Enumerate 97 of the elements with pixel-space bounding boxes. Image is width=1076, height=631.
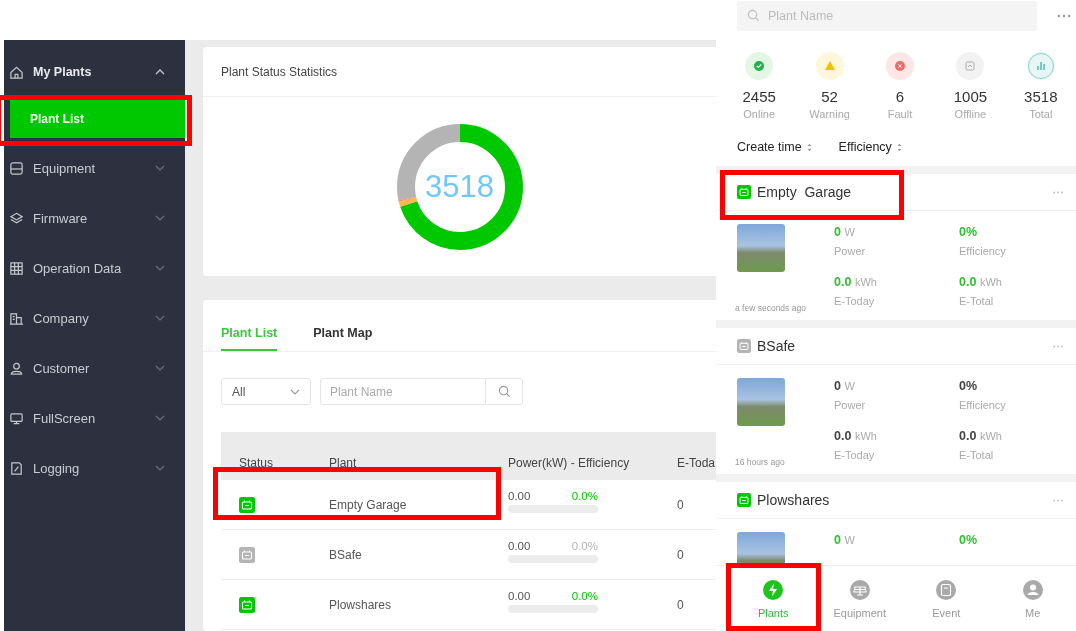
person-icon [1021, 578, 1044, 601]
table-cell-text: 0 [676, 497, 685, 512]
sidebar-item[interactable]: Operation Data [4, 243, 185, 293]
panel-icon [9, 160, 24, 176]
power-value: 0.00 [508, 490, 531, 502]
sidebar-item[interactable]: Company [4, 293, 185, 343]
search-button[interactable] [486, 378, 523, 405]
metric-label: Efficiency [959, 399, 1007, 411]
more-icon [1057, 14, 1071, 18]
metric-value: 0.0 kWh [959, 274, 1003, 290]
metric-label: E-Today [834, 295, 876, 307]
stat-label: Offline [954, 108, 987, 120]
home-icon [9, 64, 24, 80]
plant-name: BSafe [757, 338, 796, 354]
metric-value: 0 W [834, 378, 856, 394]
plant-name: Plowshares [757, 492, 830, 508]
more-icon [1052, 190, 1064, 194]
stat-count: 2455 [742, 88, 776, 105]
tab[interactable]: Plant Map [313, 326, 373, 351]
metric-value: 0% [959, 224, 979, 240]
search-icon [747, 9, 760, 22]
power-value: 0.00 [508, 590, 531, 602]
sidebar-label: Operation Data [33, 260, 123, 276]
building-icon [9, 310, 24, 326]
sidebar-item[interactable]: Equipment [4, 143, 185, 193]
total-count: 3518 [424, 168, 495, 206]
efficiency-value: 0.0% [571, 590, 598, 602]
update-time: a few seconds ago [735, 302, 807, 315]
metric-label: Efficiency [959, 245, 1007, 257]
stat-count: 6 [895, 88, 905, 105]
table-cell-text: 0 [676, 547, 685, 562]
sidebar-item[interactable]: FullScreen [4, 393, 185, 443]
efficiency-value: 0.0% [571, 540, 598, 552]
card-title: Plant Status Statistics [203, 47, 716, 97]
metric-value: 0.0 kWh [959, 428, 1003, 444]
metric-label: E-Total [959, 295, 995, 307]
sidebar-label: Company [33, 310, 90, 326]
sidebar-label: My Plants [33, 65, 93, 79]
metric-value: 0.0 kWh [834, 274, 878, 290]
document-icon [9, 460, 24, 476]
metric-value: 0 W [834, 224, 856, 240]
status-dropdown[interactable]: All [221, 378, 311, 405]
sidebar-label: Equipment [33, 160, 97, 176]
sidebar-label: FullScreen [33, 410, 97, 426]
power-value: 0.00 [508, 540, 531, 552]
sidebar-item[interactable]: Firmware [4, 193, 185, 243]
solar-panel-icon [848, 578, 871, 601]
table-cell-text: 0 [676, 597, 685, 612]
monitor-icon [9, 410, 24, 426]
column-header: Status [238, 456, 275, 470]
column-header: E-Toda [676, 456, 716, 470]
table-cell-text: Plowshares [328, 597, 393, 612]
metric-value: 0 W [834, 532, 856, 548]
update-time: 16 hours ago [735, 456, 786, 469]
sidebar-label: Customer [33, 360, 91, 376]
search-icon [497, 385, 511, 398]
metric-value: 0% [959, 378, 979, 394]
sort-icon [806, 142, 812, 152]
document-icon [935, 578, 958, 601]
stat-count: 3518 [1024, 88, 1058, 105]
stat-count: 52 [821, 88, 838, 105]
sidebar-label: Firmware [33, 210, 89, 226]
photo-placeholder [737, 224, 785, 272]
metric-label: E-Today [834, 449, 876, 461]
sort-icon [896, 142, 902, 152]
metric-label: Power [834, 245, 867, 257]
metric-value: 0% [959, 532, 979, 548]
search-field[interactable]: Plant Name [737, 1, 1037, 31]
table-cell-text: Empty Garage [328, 497, 408, 512]
stat-label: Total [1029, 108, 1053, 120]
chevron-down-icon [290, 388, 300, 395]
photo-placeholder [737, 378, 785, 426]
sidebar-item[interactable]: Logging [4, 443, 185, 493]
column-header: Plant [328, 456, 358, 470]
stat-count: 1005 [953, 88, 988, 105]
metric-label: Power [834, 399, 867, 411]
more-icon [1052, 498, 1064, 502]
table-cell-text: BSafe [328, 547, 363, 562]
metric-label: E-Total [959, 449, 995, 461]
layers-icon [9, 210, 24, 226]
more-icon [1052, 344, 1064, 348]
metric-value: 0.0 kWh [834, 428, 878, 444]
sidebar-label: Logging [33, 460, 81, 476]
sort-button[interactable]: Efficiency [838, 139, 902, 155]
stat-label: Fault [887, 108, 913, 120]
plant-name: Empty Garage [757, 184, 852, 200]
person-icon [9, 360, 24, 376]
grid-icon [9, 260, 24, 276]
sidebar-item[interactable]: Customer [4, 343, 185, 393]
search-field[interactable]: Plant Name [320, 378, 486, 405]
stat-label: Warning [809, 108, 850, 120]
column-header: Power(kW) - Efficiency [507, 456, 631, 470]
stat-label: Online [743, 108, 776, 120]
sort-button[interactable]: Create time [737, 139, 812, 155]
lightning-icon [762, 578, 785, 601]
efficiency-value: 0.0% [571, 490, 598, 502]
sidebar-item[interactable]: My Plants [4, 47, 185, 97]
